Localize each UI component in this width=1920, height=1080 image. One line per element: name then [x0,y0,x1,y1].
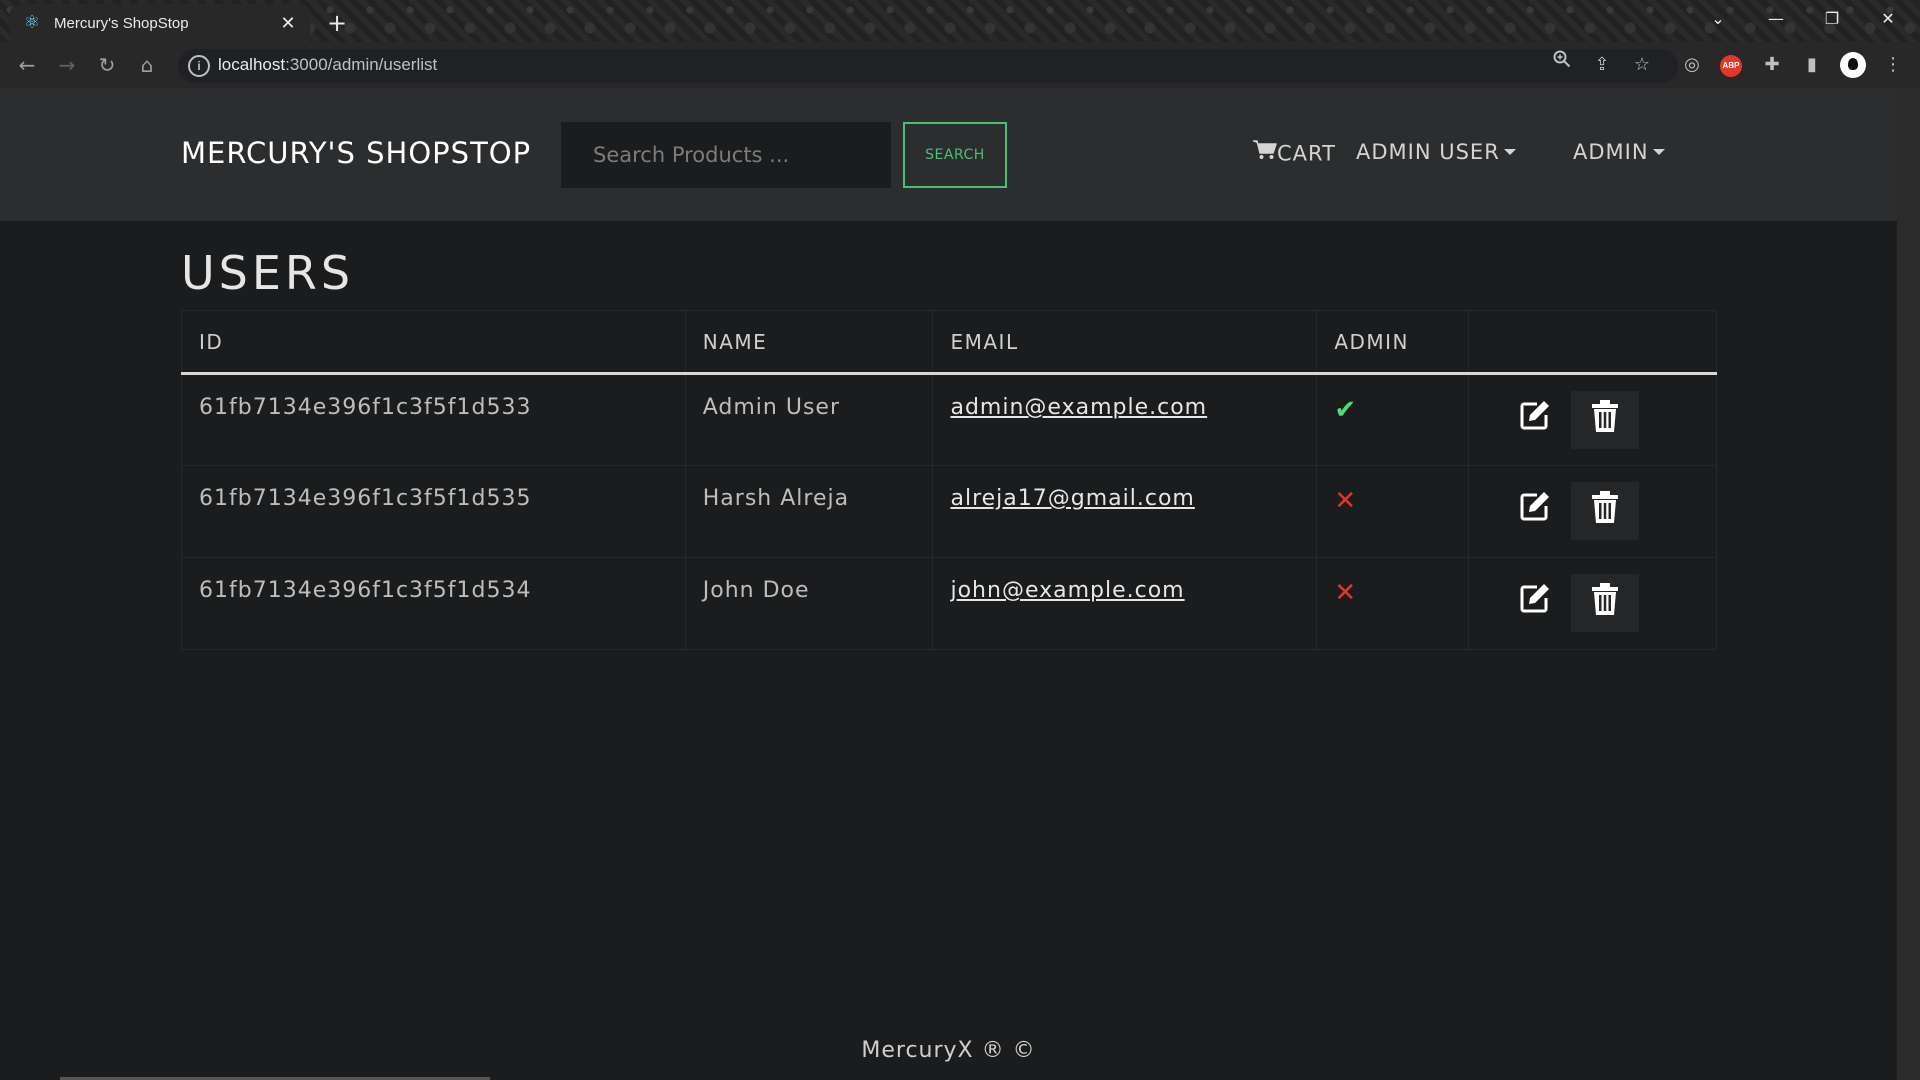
user-email-cell: alreja17@gmail.com [932,465,1318,558]
reload-icon[interactable]: ↻ [92,50,122,80]
page-title: USERS [181,246,355,300]
user-name: Harsh Alreja [684,465,934,558]
user-email-link[interactable]: admin@example.com [950,395,1207,420]
tab-search-icon[interactable]: ⌄ [1696,4,1740,34]
user-name: John Doe [684,557,934,650]
url-text: localhost:3000/admin/userlist [218,55,437,75]
edit-user-button[interactable] [1505,482,1565,540]
trash-icon [1592,583,1619,615]
user-menu-dropdown[interactable]: ADMIN USER [1356,140,1516,164]
x-icon: ✕ [1334,578,1358,608]
share-icon[interactable]: ⇪ [1587,50,1617,80]
adblock-icon[interactable]: ABP [1720,55,1742,77]
user-email-link[interactable]: john@example.com [950,578,1184,603]
caret-down-icon [1503,148,1516,155]
close-tab-icon[interactable]: ✕ [278,13,298,34]
header-email: EMAIL [932,310,1318,375]
minimize-button[interactable]: — [1754,4,1798,34]
header-id: ID [181,310,686,375]
new-tab-button[interactable]: + [322,8,352,38]
user-admin-cell: ✕ [1316,557,1470,650]
delete-user-button[interactable] [1571,574,1640,632]
profile-avatar[interactable] [1840,52,1866,78]
edit-icon [1520,492,1550,521]
x-icon: ✕ [1334,486,1358,516]
user-name: Admin User [684,373,934,466]
header-actions [1468,310,1717,375]
site-info-icon[interactable]: i [188,55,210,77]
actions-cell [1468,373,1717,466]
table-header-row: ID NAME EMAIL ADMIN [181,310,1717,375]
restore-button[interactable]: ❐ [1810,4,1854,34]
extension-glasses-icon[interactable]: ◎ [1677,50,1707,80]
header-name: NAME [684,310,934,375]
browser-toolbar: ← → ↻ ⌂ i localhost:3000/admin/userlist … [0,42,1920,88]
user-admin-cell: ✔ [1316,373,1470,466]
bookmark-star-icon[interactable]: ☆ [1627,50,1657,80]
vertical-scrollbar[interactable] [1897,88,1920,1080]
page-viewport: MERCURY'S SHOPSTOP SEARCH CART ADMIN USE… [0,88,1897,1080]
caret-down-icon [1652,148,1665,155]
delete-user-button[interactable] [1571,482,1640,540]
cart-label: CART [1277,141,1336,166]
react-favicon-icon: ⚛ [23,12,41,33]
browser-tab[interactable]: ⚛ Mercury's ShopStop ✕ [10,4,310,42]
user-email-cell: john@example.com [932,557,1318,650]
user-admin-cell: ✕ [1316,465,1470,558]
user-id: 61fb7134e396f1c3f5f1d533 [181,373,686,466]
user-email-link[interactable]: alreja17@gmail.com [950,486,1194,511]
user-id: 61fb7134e396f1c3f5f1d535 [181,465,686,558]
cart-icon [1253,140,1277,165]
table-row: 61fb7134e396f1c3f5f1d533 Admin User admi… [181,373,1717,466]
trash-icon [1592,491,1619,523]
user-email-cell: admin@example.com [932,373,1318,466]
edit-user-button[interactable] [1505,574,1565,632]
edit-icon [1520,401,1550,430]
admin-menu-label: ADMIN [1573,140,1649,164]
url-host: localhost [218,55,286,74]
zoom-icon[interactable] [1547,48,1577,78]
table-row: 61fb7134e396f1c3f5f1d535 Harsh Alreja al… [181,465,1717,558]
more-menu-icon[interactable]: ⋮ [1878,50,1908,80]
actions-cell [1468,557,1717,650]
cart-link[interactable]: CART [1253,140,1336,169]
home-icon[interactable]: ⌂ [132,50,162,80]
search-button[interactable]: SEARCH [903,122,1007,188]
tab-title: Mercury's ShopStop [54,14,189,32]
edit-user-button[interactable] [1505,391,1565,449]
side-panel-icon[interactable]: ▮ [1797,50,1827,80]
check-icon: ✔ [1334,395,1358,425]
address-bar[interactable]: i localhost:3000/admin/userlist [178,49,1678,83]
users-table: ID NAME EMAIL ADMIN 61fb7134e396f1c3f5f1… [181,310,1717,650]
trash-icon [1592,400,1619,432]
edit-icon [1520,584,1550,613]
site-navbar: MERCURY'S SHOPSTOP SEARCH CART ADMIN USE… [0,88,1897,221]
url-path: :3000/admin/userlist [285,55,438,74]
back-icon[interactable]: ← [12,50,42,80]
actions-cell [1468,465,1717,558]
forward-icon[interactable]: → [52,50,82,80]
search-input[interactable] [561,122,891,188]
browser-tabstrip: ⚛ Mercury's ShopStop ✕ + ⌄ — ❐ ✕ [0,0,1920,42]
user-id: 61fb7134e396f1c3f5f1d534 [181,557,686,650]
close-window-button[interactable]: ✕ [1866,4,1910,34]
brand-logo[interactable]: MERCURY'S SHOPSTOP [181,136,531,170]
delete-user-button[interactable] [1571,391,1640,449]
site-footer: MercuryX ® © [861,1038,1036,1063]
admin-menu-dropdown[interactable]: ADMIN [1573,140,1665,164]
header-admin: ADMIN [1316,310,1470,375]
user-menu-label: ADMIN USER [1356,140,1500,164]
table-row: 61fb7134e396f1c3f5f1d534 John Doe john@e… [181,557,1717,650]
extensions-puzzle-icon[interactable]: ✚ [1757,50,1787,80]
